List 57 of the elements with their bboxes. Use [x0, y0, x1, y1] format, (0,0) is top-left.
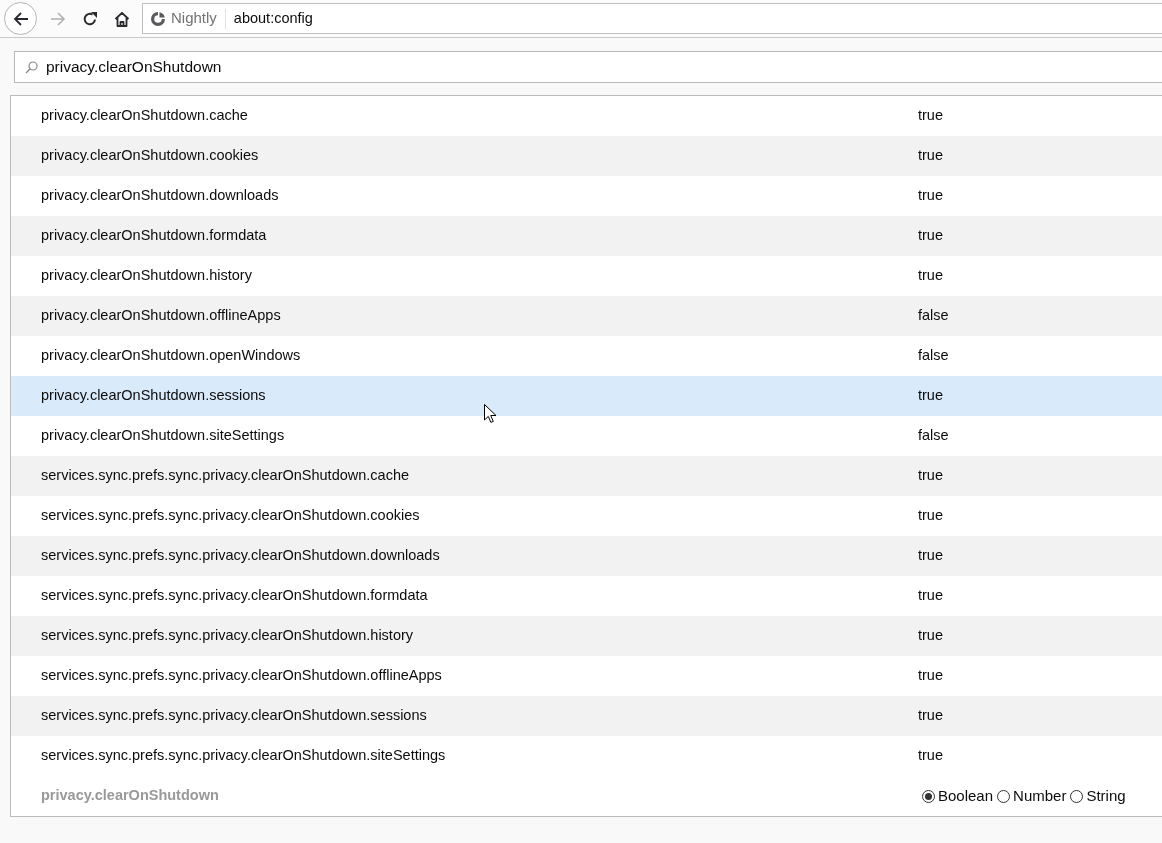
pref-name: services.sync.prefs.sync.privacy.clearOnShutdown.sessions [41, 706, 427, 726]
pref-row[interactable]: services.sync.prefs.sync.privacy.clearOnShutdown.downloads true [11, 536, 1162, 576]
pref-row[interactable]: privacy.clearOnShutdown.cookies true [11, 136, 1162, 176]
type-radio[interactable]: Number [997, 784, 1067, 808]
search-icon [25, 61, 38, 74]
pref-name: services.sync.prefs.sync.privacy.clearOnShutdown.cookies [41, 506, 420, 526]
pref-name: services.sync.prefs.sync.privacy.clearOnShutdown.cache [41, 466, 410, 486]
pref-name: services.sync.prefs.sync.privacy.clearOnShutdown.history [41, 626, 414, 646]
search-field[interactable]: privacy.clearOnShutdown [14, 51, 1162, 83]
type-radio[interactable]: Boolean [922, 784, 994, 808]
url-text: about:config [232, 8, 313, 28]
pref-row[interactable]: services.sync.prefs.sync.privacy.clearOnShutdown.history true [11, 616, 1162, 656]
pref-name: services.sync.prefs.sync.privacy.clearOnShutdown.siteSettings [41, 746, 446, 766]
pref-value: false [918, 346, 949, 366]
pref-name: privacy.clearOnShutdown.offlineApps [41, 306, 281, 326]
pref-value: false [918, 306, 949, 326]
pref-value: true [918, 386, 943, 406]
pref-value: true [918, 666, 943, 686]
pref-value: true [918, 546, 943, 566]
pref-name: privacy.clearOnShutdown.history [41, 266, 252, 286]
logo-icon [150, 10, 166, 27]
pref-value: true [918, 746, 943, 766]
pref-value: true [918, 106, 943, 126]
pref-name: privacy.clearOnShutdown.cache [41, 106, 248, 126]
pref-name: privacy.clearOnShutdown.openWindows [41, 346, 301, 366]
pref-name: privacy.clearOnShutdown.downloads [41, 186, 279, 206]
new-pref-name: privacy.clearOnShutdown [41, 786, 219, 806]
reload-icon [81, 10, 98, 27]
pref-value: true [918, 226, 943, 246]
pref-row[interactable]: services.sync.prefs.sync.privacy.clearOnShutdown.sessions true [11, 696, 1162, 736]
pref-name: privacy.clearOnShutdown.siteSettings [41, 426, 285, 446]
pref-value: true [918, 626, 943, 646]
identity-label: Nightly [171, 8, 217, 29]
pref-name: privacy.clearOnShutdown.cookies [41, 146, 259, 166]
pref-value: true [918, 586, 943, 606]
pref-name: services.sync.prefs.sync.privacy.clearOnShutdown.downloads [41, 546, 440, 566]
address-bar[interactable]: Nightly about:config [142, 3, 1162, 34]
pref-row[interactable]: services.sync.prefs.sync.privacy.clearOnShutdown.cache true [11, 456, 1162, 496]
pref-value: true [918, 466, 943, 486]
home-icon [113, 10, 130, 27]
pref-value: true [918, 266, 943, 286]
pref-name: services.sync.prefs.sync.privacy.clearOnShutdown.formdata [41, 586, 428, 606]
pref-value: true [918, 146, 943, 166]
pref-name: privacy.clearOnShutdown.sessions [41, 386, 266, 406]
pref-value: true [918, 186, 943, 206]
pref-row[interactable]: privacy.clearOnShutdown.formdata true [11, 216, 1162, 256]
pref-name: privacy.clearOnShutdown.formdata [41, 226, 267, 246]
mouse-pointer-icon [484, 404, 497, 423]
arrow-right-icon [49, 10, 66, 27]
back-button[interactable] [4, 2, 37, 35]
pref-value: true [918, 506, 943, 526]
pref-row[interactable]: privacy.clearOnShutdown.offlineApps false [11, 296, 1162, 336]
type-radio[interactable]: String [1070, 784, 1126, 808]
pref-value: true [918, 706, 943, 726]
pref-value: false [918, 426, 949, 446]
pref-name: services.sync.prefs.sync.privacy.clearOnShutdown.offlineApps [41, 666, 442, 686]
arrow-left-icon [12, 10, 29, 27]
